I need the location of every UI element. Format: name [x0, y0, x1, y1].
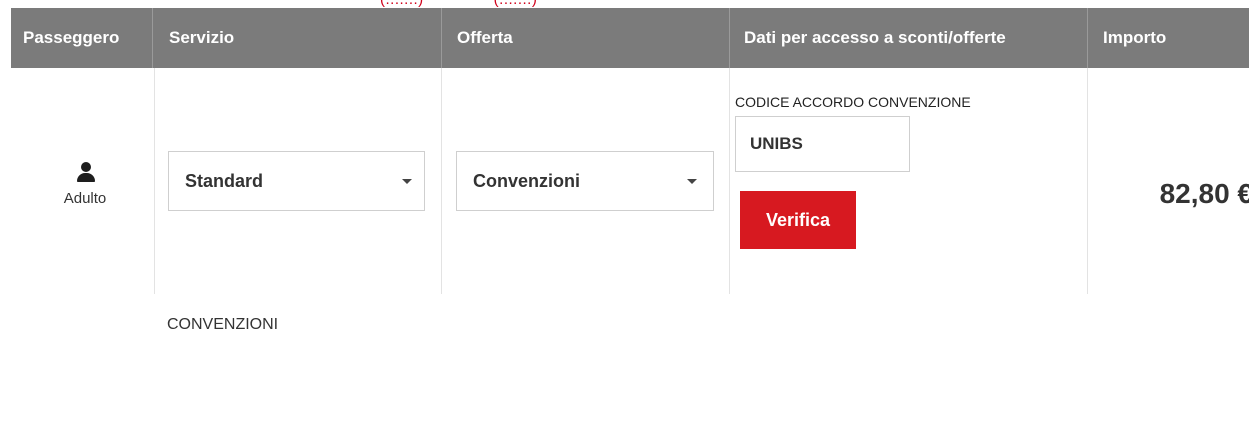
service-select-value: Standard — [185, 171, 264, 191]
header-offer: Offerta — [457, 28, 513, 47]
offer-select-value: Convenzioni — [473, 171, 580, 191]
chevron-down-icon — [402, 179, 412, 184]
service-select[interactable]: Standard — [168, 151, 425, 211]
passenger-row: Adulto Standard Convenzioni CODICE ACCOR… — [11, 68, 1249, 294]
offer-description-label: CONVENZIONI — [167, 316, 279, 333]
verify-button[interactable]: Verifica — [740, 191, 856, 249]
table-header: Passeggero Servizio Offerta Dati per acc… — [11, 8, 1249, 68]
passenger-type: Adulto — [63, 190, 107, 207]
header-divider — [729, 8, 730, 68]
agreement-code-label: CODICE ACCORDO CONVENZIONE — [735, 94, 971, 110]
chevron-down-icon — [687, 179, 697, 184]
header-divider — [1087, 8, 1088, 68]
header-discount-data: Dati per accesso a sconti/offerte — [744, 28, 1006, 47]
header-amount: Importo — [1103, 28, 1167, 47]
column-divider — [729, 68, 730, 294]
offer-select[interactable]: Convenzioni — [456, 151, 714, 211]
column-divider — [154, 68, 155, 294]
user-icon — [77, 162, 95, 182]
header-passenger: Passeggero — [23, 28, 120, 47]
header-divider — [441, 8, 442, 68]
agreement-code-input[interactable] — [735, 116, 910, 172]
column-divider — [441, 68, 442, 294]
top-cutoff-text: (.......) (.......) — [0, 0, 1249, 8]
amount-value: 82,80 € — [1159, 178, 1249, 209]
header-divider — [152, 8, 153, 68]
header-service: Servizio — [169, 28, 235, 47]
column-divider — [1087, 68, 1088, 294]
